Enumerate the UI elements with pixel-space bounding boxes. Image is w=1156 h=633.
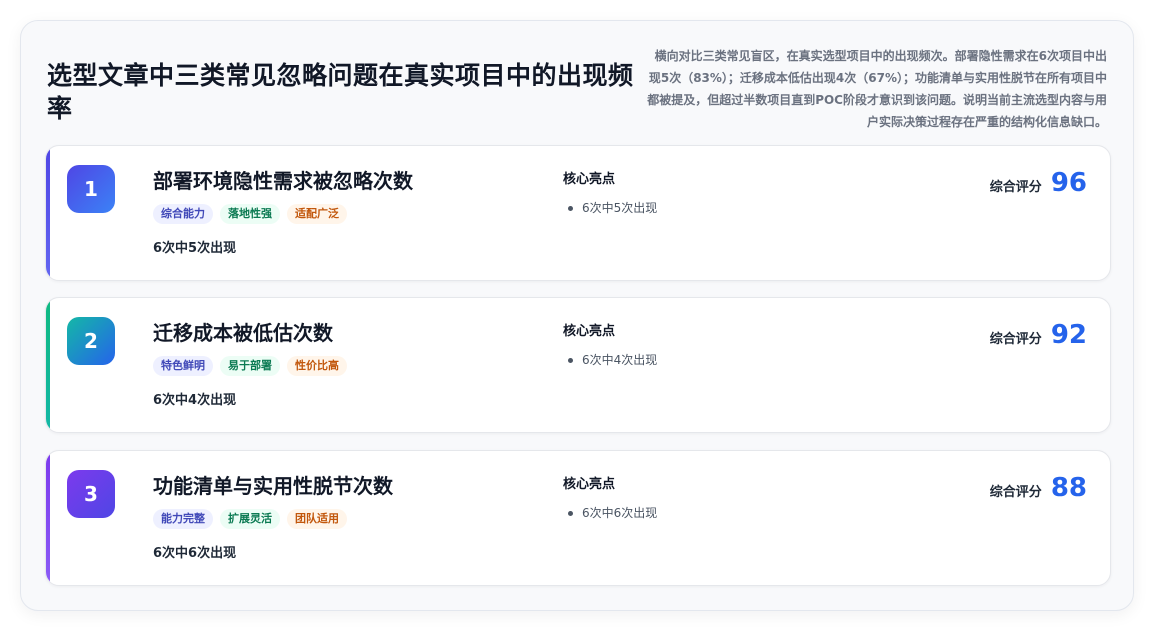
highlights-list: 6次中6次出现	[563, 503, 657, 523]
bullet-icon	[568, 205, 573, 211]
rank-badge: 3	[67, 470, 115, 518]
rank-badge: 2	[67, 317, 115, 365]
tag: 适配广泛	[287, 204, 347, 224]
tag-list: 综合能力 落地性强 适配广泛	[153, 204, 347, 224]
score-block: 综合评分 92	[990, 320, 1087, 350]
bullet-icon	[568, 510, 573, 516]
tag: 性价比高	[287, 356, 347, 376]
highlight-item: 6次中6次出现	[563, 503, 657, 523]
score-label: 综合评分	[989, 332, 1042, 347]
card-title: 功能清单与实用性脱节次数	[153, 474, 393, 498]
highlights-heading: 核心亮点	[563, 172, 616, 187]
ranking-card-2[interactable]: 2 迁移成本被低估次数 特色鲜明 易于部署 性价比高 6次中4次出现 核心亮点 …	[45, 297, 1111, 433]
score-value: 96	[1050, 168, 1087, 198]
tag: 综合能力	[153, 204, 213, 224]
rank-badge: 1	[67, 165, 115, 213]
tag: 特色鲜明	[153, 356, 213, 376]
tag-list: 能力完整 扩展灵活 团队适用	[153, 509, 347, 529]
score-label: 综合评分	[989, 180, 1042, 195]
highlights-heading: 核心亮点	[563, 324, 616, 339]
highlight-text: 6次中6次出现	[582, 506, 658, 520]
frequency-text: 6次中4次出现	[153, 393, 237, 408]
ranking-card-1[interactable]: 1 部署环境隐性需求被忽略次数 综合能力 落地性强 适配广泛 6次中5次出现 核…	[45, 145, 1111, 281]
score-label: 综合评分	[989, 485, 1042, 500]
score-value: 88	[1050, 473, 1087, 503]
page-title: 选型文章中三类常见忽略问题在真实项目中的出现频率	[47, 61, 634, 123]
highlight-item: 6次中4次出现	[563, 350, 657, 370]
highlights-list: 6次中4次出现	[563, 350, 657, 370]
highlight-text: 6次中4次出现	[582, 353, 658, 367]
tag: 团队适用	[287, 509, 347, 529]
card-accent-bar	[46, 298, 50, 432]
frequency-text: 6次中5次出现	[153, 241, 237, 256]
highlights-heading: 核心亮点	[563, 477, 616, 492]
comparison-panel: 选型文章中三类常见忽略问题在真实项目中的出现频率 横向对比三类常见盲区，在真实选…	[20, 20, 1134, 611]
highlights-list: 6次中5次出现	[563, 198, 657, 218]
score-block: 综合评分 88	[990, 473, 1087, 503]
tag-list: 特色鲜明 易于部署 性价比高	[153, 356, 347, 376]
tag: 易于部署	[220, 356, 280, 376]
bullet-icon	[568, 357, 573, 363]
card-accent-bar	[46, 146, 50, 280]
score-block: 综合评分 96	[990, 168, 1087, 198]
tag: 能力完整	[153, 509, 213, 529]
ranking-card-3[interactable]: 3 功能清单与实用性脱节次数 能力完整 扩展灵活 团队适用 6次中6次出现 核心…	[45, 450, 1111, 586]
summary-text: 横向对比三类常见盲区，在真实选型项目中的出现频次。部署隐性需求在6次项目中出现5…	[647, 49, 1107, 129]
card-accent-bar	[46, 451, 50, 585]
highlight-item: 6次中5次出现	[563, 198, 657, 218]
card-title: 部署环境隐性需求被忽略次数	[153, 169, 413, 193]
card-title: 迁移成本被低估次数	[153, 321, 333, 345]
highlight-text: 6次中5次出现	[582, 201, 658, 215]
frequency-text: 6次中6次出现	[153, 546, 237, 561]
score-value: 92	[1050, 320, 1087, 350]
tag: 扩展灵活	[220, 509, 280, 529]
tag: 落地性强	[220, 204, 280, 224]
